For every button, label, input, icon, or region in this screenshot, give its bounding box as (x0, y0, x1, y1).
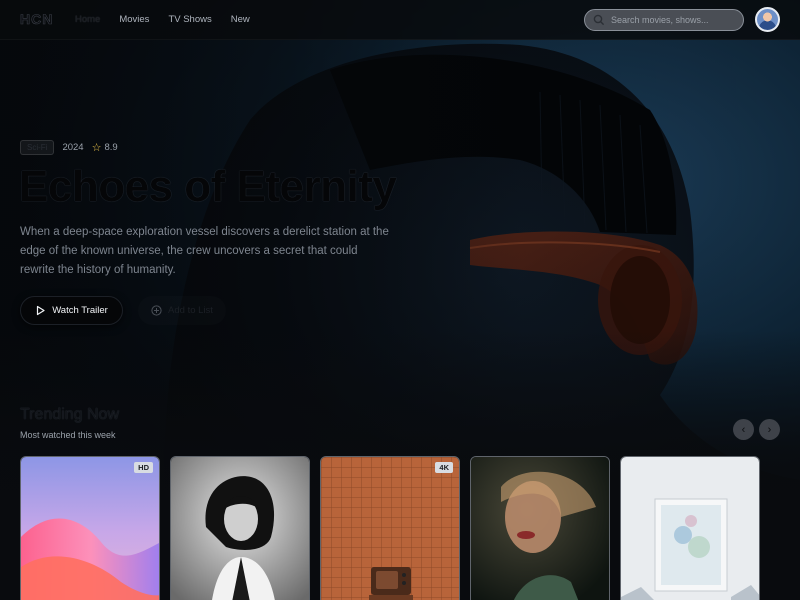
watch-trailer-button[interactable]: Watch Trailer (20, 296, 123, 325)
add-to-list-button[interactable]: Add to List (138, 296, 226, 325)
top-navigation-bar: HCN Home Movies TV Shows New (0, 0, 800, 40)
poster-retro-tv (321, 457, 459, 600)
nav-link-movies[interactable]: Movies (119, 14, 149, 25)
movie-card[interactable]: 4K (320, 456, 460, 600)
nav-link-home[interactable]: Home (75, 14, 100, 25)
poster-motion-portrait (471, 457, 609, 600)
carousel-prev-button[interactable]: ‹ (733, 419, 754, 440)
trending-subtitle: Most watched this week (20, 430, 116, 440)
nav-links: Home Movies TV Shows New (75, 14, 269, 25)
star-icon: ☆ (91, 141, 102, 154)
user-avatar[interactable] (755, 7, 780, 32)
hero-meta: Sci-Fi 2024 ☆ 8.9 (20, 140, 118, 155)
plus-circle-icon (151, 305, 162, 316)
hero-description: When a deep-space exploration vessel dis… (20, 226, 389, 276)
release-year: 2024 (62, 142, 84, 153)
search-box[interactable] (584, 9, 744, 31)
movie-card[interactable]: HD (20, 456, 160, 600)
chevron-right-icon: › (767, 423, 772, 436)
chevron-left-icon: ‹ (741, 423, 746, 436)
rating-value: 8.9 (104, 142, 118, 153)
genre-badge: Sci-Fi (20, 140, 55, 155)
nav-link-tv-shows[interactable]: TV Shows (168, 14, 211, 25)
rating: ☆ 8.9 (92, 142, 118, 153)
poster-bw-portrait (171, 457, 309, 600)
watch-trailer-label: Watch Trailer (52, 305, 108, 316)
movie-card[interactable] (170, 456, 310, 600)
trending-carousel: HD 4K (20, 456, 800, 600)
poster-abstract-waves (21, 457, 159, 600)
quality-badge: 4K (435, 462, 453, 473)
brand-logo[interactable]: HCN (20, 11, 53, 28)
poster-framed-art (621, 457, 759, 600)
hero-title: Echoes of Eternity (19, 162, 397, 211)
movie-card[interactable] (470, 456, 610, 600)
movie-card[interactable] (620, 456, 760, 600)
carousel-next-button[interactable]: › (759, 419, 780, 440)
nav-link-new[interactable]: New (231, 14, 250, 25)
quality-badge: HD (134, 462, 153, 473)
play-icon (37, 305, 45, 316)
add-to-list-label: Add to List (168, 305, 213, 316)
search-input[interactable] (611, 15, 731, 25)
trending-title: Trending Now (20, 406, 120, 423)
search-icon (593, 14, 605, 26)
